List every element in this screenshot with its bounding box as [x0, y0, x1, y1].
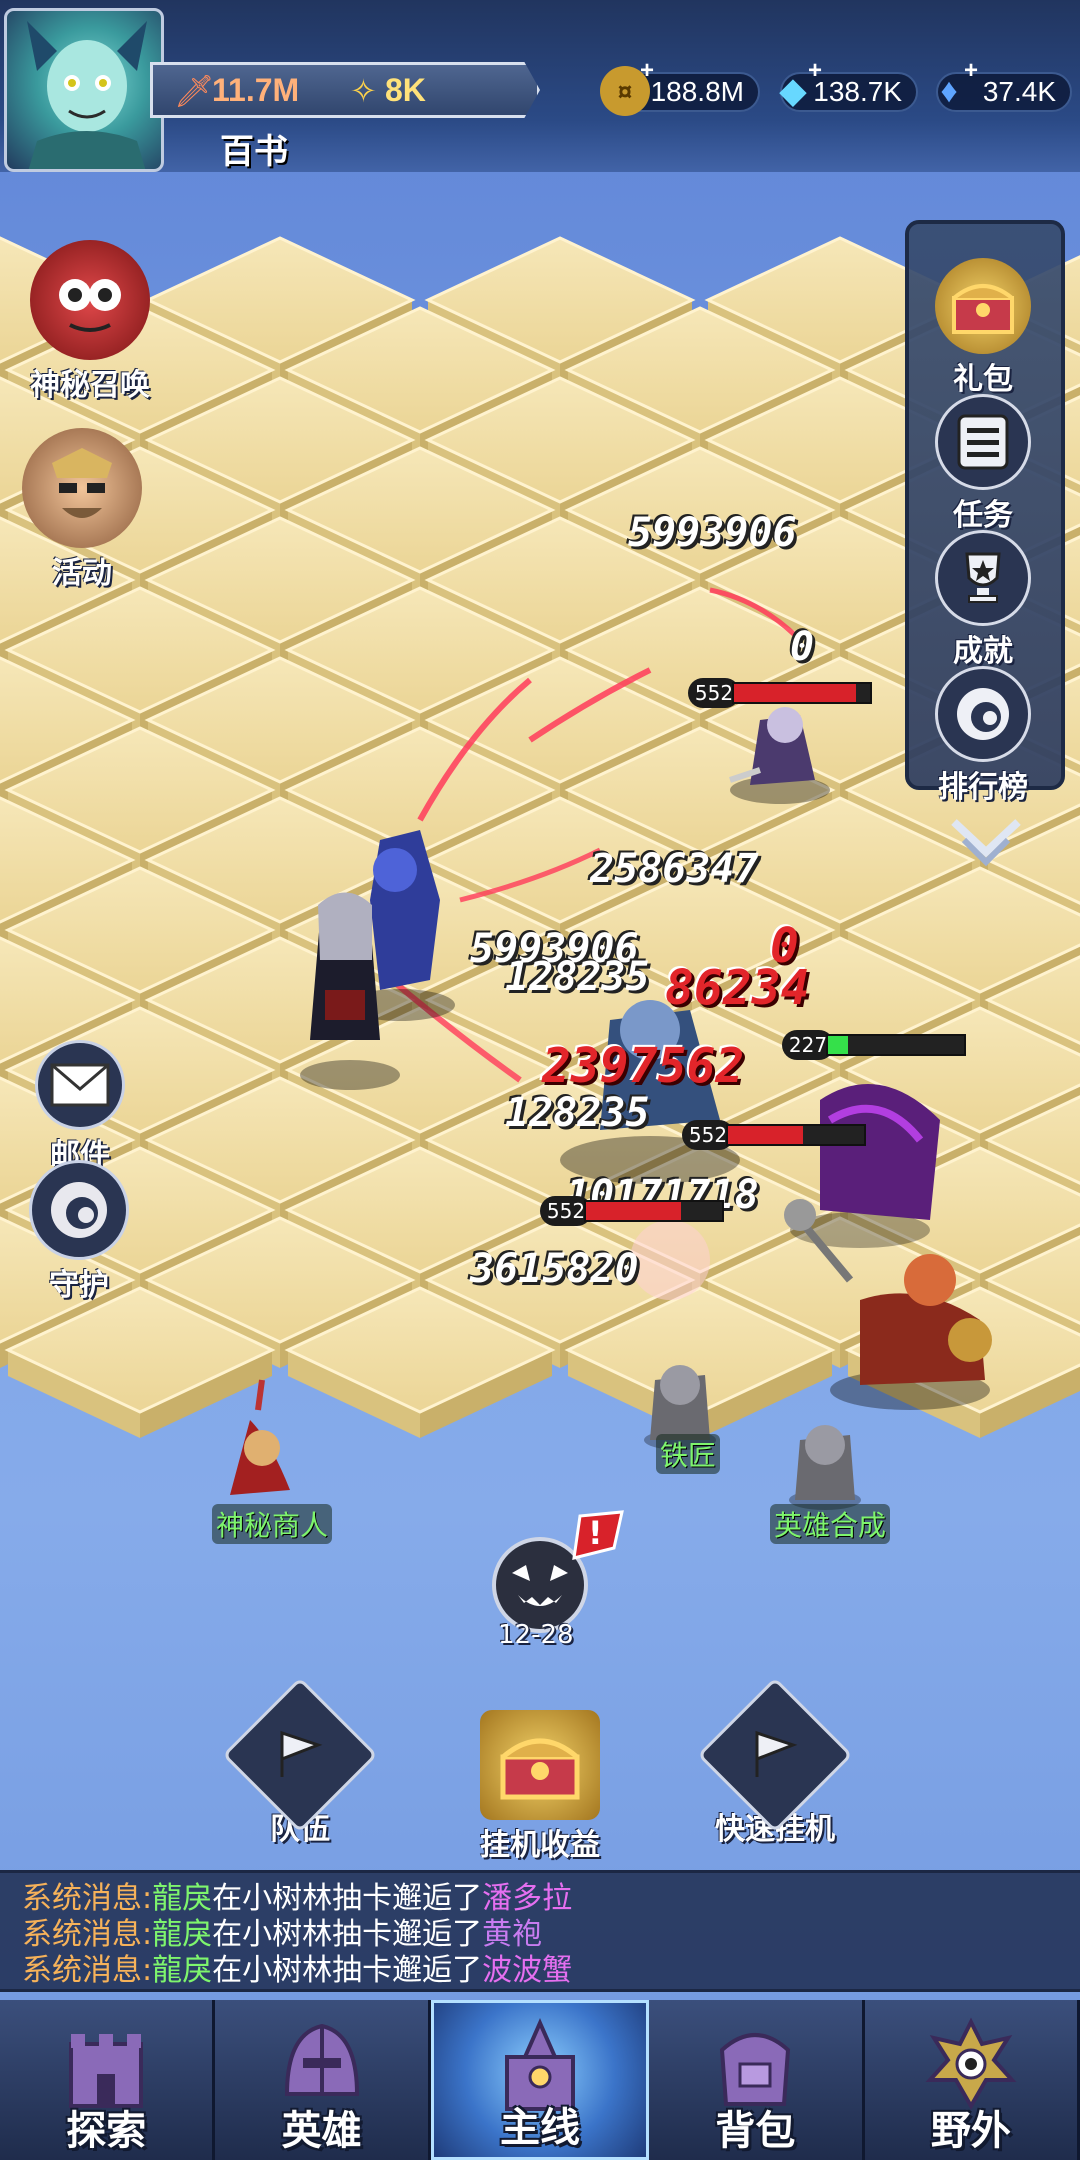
damage-number: 3615820 [470, 1246, 639, 1292]
chat-line: 系统消息:龍戾在小树林抽卡邂逅了潘多拉 [22, 1881, 1058, 1917]
tab-label: 探索 [66, 2107, 147, 2154]
summon-label: 神秘召唤 [30, 368, 150, 403]
diamond-currency[interactable]: ◆ + 138.7K [780, 59, 918, 112]
add-crystal-icon[interactable]: + [956, 59, 978, 83]
treasure-chest-icon [935, 258, 1031, 354]
event-button[interactable]: 活动 [2, 428, 162, 592]
add-gold-icon[interactable]: + [632, 59, 654, 83]
player-name: 百书 [220, 132, 288, 172]
tab-label: 英雄 [281, 2107, 362, 2154]
idle-rewards-label: 挂机收益 [480, 1828, 600, 1863]
tab-label: 背包 [715, 2107, 796, 2154]
player-avatar[interactable] [4, 8, 164, 172]
gift-button[interactable]: 礼包 [918, 258, 1048, 398]
ranking-swirl-icon [935, 666, 1031, 762]
star-shard-icon: ✧ [350, 72, 377, 110]
alert-mark: ! [588, 1514, 603, 1552]
crit-damage-number: 2397562 [542, 1038, 745, 1094]
event-label: 活动 [52, 556, 112, 591]
sword-icon: 🗡 [174, 72, 215, 110]
swirl-icon [29, 1160, 129, 1260]
chat-player[interactable]: 龍戾 [152, 1881, 212, 1916]
chat-player[interactable]: 龍戾 [152, 1917, 212, 1952]
tab-explore[interactable]: 探索 [0, 2000, 216, 2160]
smith-npc[interactable]: 铁匠 [656, 1434, 721, 1474]
game-scene: 🗡 11.7M ✧ 8K 百书 ¤ + 188.8M ◆ + 138.7K ♦ … [0, 0, 1080, 2160]
collapse-chevron-icon[interactable] [946, 812, 1026, 872]
star-value: 8K [385, 72, 426, 108]
crystal-value: 37.4K [982, 76, 1056, 107]
chat-item[interactable]: 黄袍 [482, 1917, 542, 1952]
achievement-button[interactable]: 成就 [918, 530, 1048, 670]
tab-heroes[interactable]: 英雄 [215, 2000, 431, 2160]
hero-synthesis-npc[interactable]: 英雄合成 [770, 1504, 891, 1544]
tab-label: 主线 [500, 2104, 581, 2151]
quest-list-icon [935, 394, 1031, 490]
crit-damage-number: 86234 [665, 960, 810, 1016]
chat-prefix: 系统消息: [22, 1953, 153, 1988]
chat-line: 系统消息:龍戾在小树林抽卡邂逅了波波蟹 [22, 1953, 1058, 1989]
mail-button[interactable]: 邮件 [20, 1040, 140, 1174]
diamond-value: 138.7K [813, 76, 902, 107]
bottom-nav: 探索 英雄 主线 背包 野外 [0, 2000, 1080, 2160]
alert-badge: ! [566, 1508, 626, 1562]
damage-number: 128235 [505, 1090, 650, 1136]
ranking-button[interactable]: 排行榜 [918, 666, 1048, 806]
crystal-currency[interactable]: ♦ + 37.4K [936, 59, 1072, 112]
chat-prefix: 系统消息: [22, 1881, 153, 1916]
tab-label: 野外 [930, 2107, 1011, 2154]
quest-label: 任务 [953, 498, 1013, 533]
gold-currency[interactable]: ¤ + 188.8M [600, 59, 760, 116]
chat-text: 在小树林抽卡邂逅了 [212, 1881, 483, 1916]
reward-chest-icon [480, 1710, 600, 1820]
chat-prefix: 系统消息: [22, 1917, 153, 1952]
chat-text: 在小树林抽卡邂逅了 [212, 1917, 483, 1952]
chat-line: 系统消息:龍戾在小树林抽卡邂逅了黄袍 [22, 1917, 1058, 1953]
quest-button[interactable]: 任务 [918, 394, 1048, 534]
idle-rewards-button[interactable]: 挂机收益 [470, 1710, 610, 1864]
team-button[interactable]: 队伍 [222, 1677, 378, 1848]
system-chat[interactable]: 系统消息:龍戾在小树林抽卡邂逅了潘多拉 系统消息:龍戾在小树林抽卡邂逅了黄袍 系… [0, 1870, 1080, 1992]
trophy-icon [935, 530, 1031, 626]
chat-item[interactable]: 潘多拉 [482, 1881, 572, 1916]
add-diamond-icon[interactable]: + [800, 59, 822, 83]
chat-player[interactable]: 龍戾 [152, 1953, 212, 1988]
quick-idle-button[interactable]: 快速挂机 [697, 1677, 853, 1848]
tab-backpack[interactable]: 背包 [649, 2000, 865, 2160]
gold-value: 188.8M [650, 76, 744, 107]
tab-main-quest[interactable]: 主线 [430, 2000, 650, 2160]
summon-mascot-icon [30, 240, 150, 360]
tab-wild[interactable]: 野外 [864, 2000, 1080, 2160]
envelope-icon [35, 1040, 125, 1130]
damage-number: 0 [790, 624, 815, 670]
guard-label: 守护 [49, 1268, 109, 1303]
gift-label: 礼包 [953, 362, 1013, 397]
summon-button[interactable]: 神秘召唤 [10, 240, 170, 404]
ranking-label: 排行榜 [938, 770, 1028, 805]
mystery-merchant-npc[interactable]: 神秘商人 [212, 1504, 333, 1544]
chat-text: 在小树林抽卡邂逅了 [212, 1953, 483, 1988]
damage-number: 2586347 [590, 846, 759, 892]
stage-label: 12-28 [498, 1620, 574, 1650]
power-value: 11.7M [212, 72, 300, 108]
damage-number: 5993906 [628, 510, 797, 556]
event-hero-icon [22, 428, 142, 548]
damage-number: 128235 [505, 954, 650, 1000]
achievement-label: 成就 [953, 634, 1013, 669]
chat-item[interactable]: 波波蟹 [482, 1953, 572, 1988]
guard-button[interactable]: 守护 [14, 1160, 144, 1304]
